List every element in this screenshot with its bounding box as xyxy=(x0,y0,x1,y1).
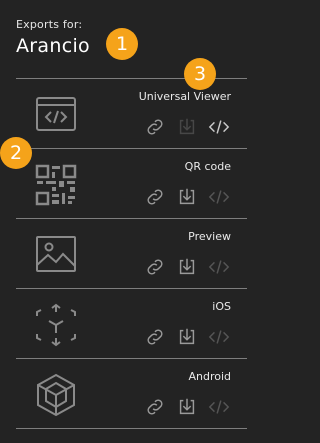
export-row-ios: iOS xyxy=(16,288,247,358)
export-title: Preview xyxy=(188,230,231,243)
embed-code-icon[interactable] xyxy=(207,115,231,139)
export-title: Android xyxy=(188,370,231,383)
embed-code-icon[interactable] xyxy=(207,185,231,209)
download-icon[interactable] xyxy=(175,255,199,279)
ar-cube-icon xyxy=(36,303,76,347)
link-icon[interactable] xyxy=(143,395,167,419)
export-list: Universal Viewer QR code Preview iOS And… xyxy=(16,78,247,429)
export-title: Universal Viewer xyxy=(138,90,231,103)
embed-code-icon[interactable] xyxy=(207,255,231,279)
exports-header: Exports for: Arancio xyxy=(16,18,90,57)
download-icon[interactable] xyxy=(175,395,199,419)
embed-code-icon[interactable] xyxy=(207,395,231,419)
embed-code-icon[interactable] xyxy=(207,325,231,349)
export-title: QR code xyxy=(184,160,231,173)
export-row-android: Android xyxy=(16,358,247,429)
qr-code-icon xyxy=(35,164,77,206)
step-badge-3: 3 xyxy=(184,58,216,90)
download-icon[interactable] xyxy=(175,185,199,209)
export-row-universal-viewer: Universal Viewer xyxy=(16,78,247,148)
link-icon[interactable] xyxy=(143,255,167,279)
image-icon xyxy=(36,236,76,272)
download-icon[interactable] xyxy=(175,115,199,139)
exports-for-label: Exports for: xyxy=(16,18,83,31)
link-icon[interactable] xyxy=(143,325,167,349)
code-window-icon xyxy=(36,97,76,131)
step-badge-2: 2 xyxy=(0,137,32,169)
link-icon[interactable] xyxy=(143,115,167,139)
export-title: iOS xyxy=(212,300,231,313)
download-icon[interactable] xyxy=(175,325,199,349)
android-cube-icon xyxy=(37,373,75,417)
link-icon[interactable] xyxy=(143,185,167,209)
export-row-preview: Preview xyxy=(16,218,247,288)
step-badge-1: 1 xyxy=(106,28,138,60)
project-name: Arancio xyxy=(16,35,90,57)
export-row-qr-code: QR code xyxy=(16,148,247,218)
